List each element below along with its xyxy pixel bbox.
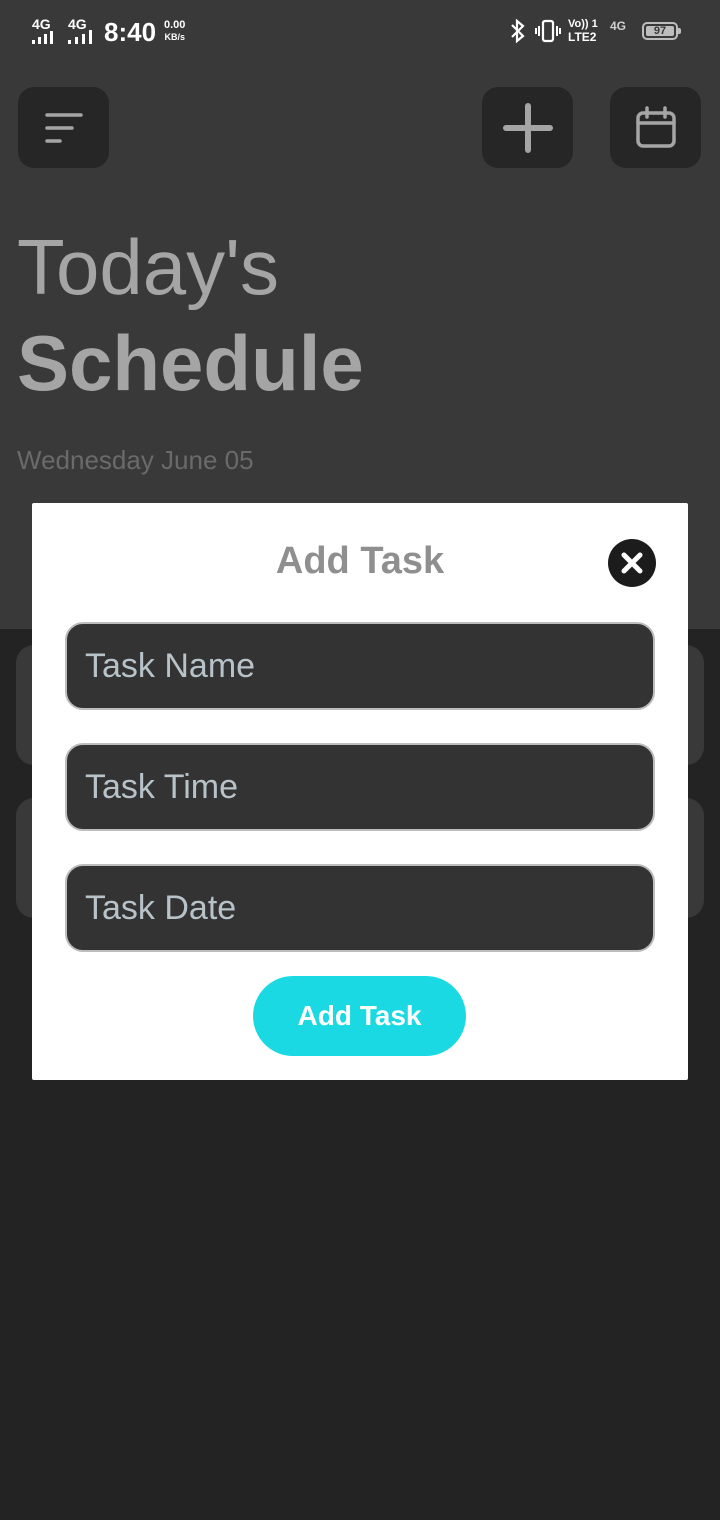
menu-icon (44, 112, 83, 143)
battery-icon: 97 (642, 22, 681, 40)
clock: 8:40 (104, 17, 157, 47)
page-title-line1: Today's (17, 223, 280, 311)
calendar-icon (635, 105, 676, 148)
calendar-button[interactable] (610, 87, 701, 168)
status-bar: 4G 4G 8:40 0.00 KB/s Vo)) 1 LTE2 4G 97 (0, 0, 720, 64)
network-speed: 0.00 KB/s (164, 19, 186, 42)
current-date: Wednesday June 05 (17, 445, 254, 475)
plus-icon (502, 102, 553, 153)
network-type-3: 4G (610, 19, 627, 33)
bluetooth-icon (511, 18, 525, 44)
task-time-input[interactable] (65, 743, 655, 831)
close-button[interactable] (608, 539, 656, 587)
signal-icon-1 (32, 30, 54, 44)
network-type-2: 4G (68, 16, 87, 32)
vibrate-icon (535, 19, 561, 43)
page-title-line2: Schedule (17, 319, 364, 407)
task-date-input[interactable] (65, 864, 655, 952)
close-icon (621, 552, 643, 574)
signal-icon-2 (68, 30, 96, 44)
add-task-button[interactable]: Add Task (253, 976, 466, 1056)
network-type-1: 4G (32, 16, 51, 32)
menu-button[interactable] (18, 87, 109, 168)
task-name-input[interactable] (65, 622, 655, 710)
volte-indicator: Vo)) 1 LTE2 (568, 18, 598, 44)
add-button[interactable] (482, 87, 573, 168)
battery-level: 97 (646, 26, 674, 37)
